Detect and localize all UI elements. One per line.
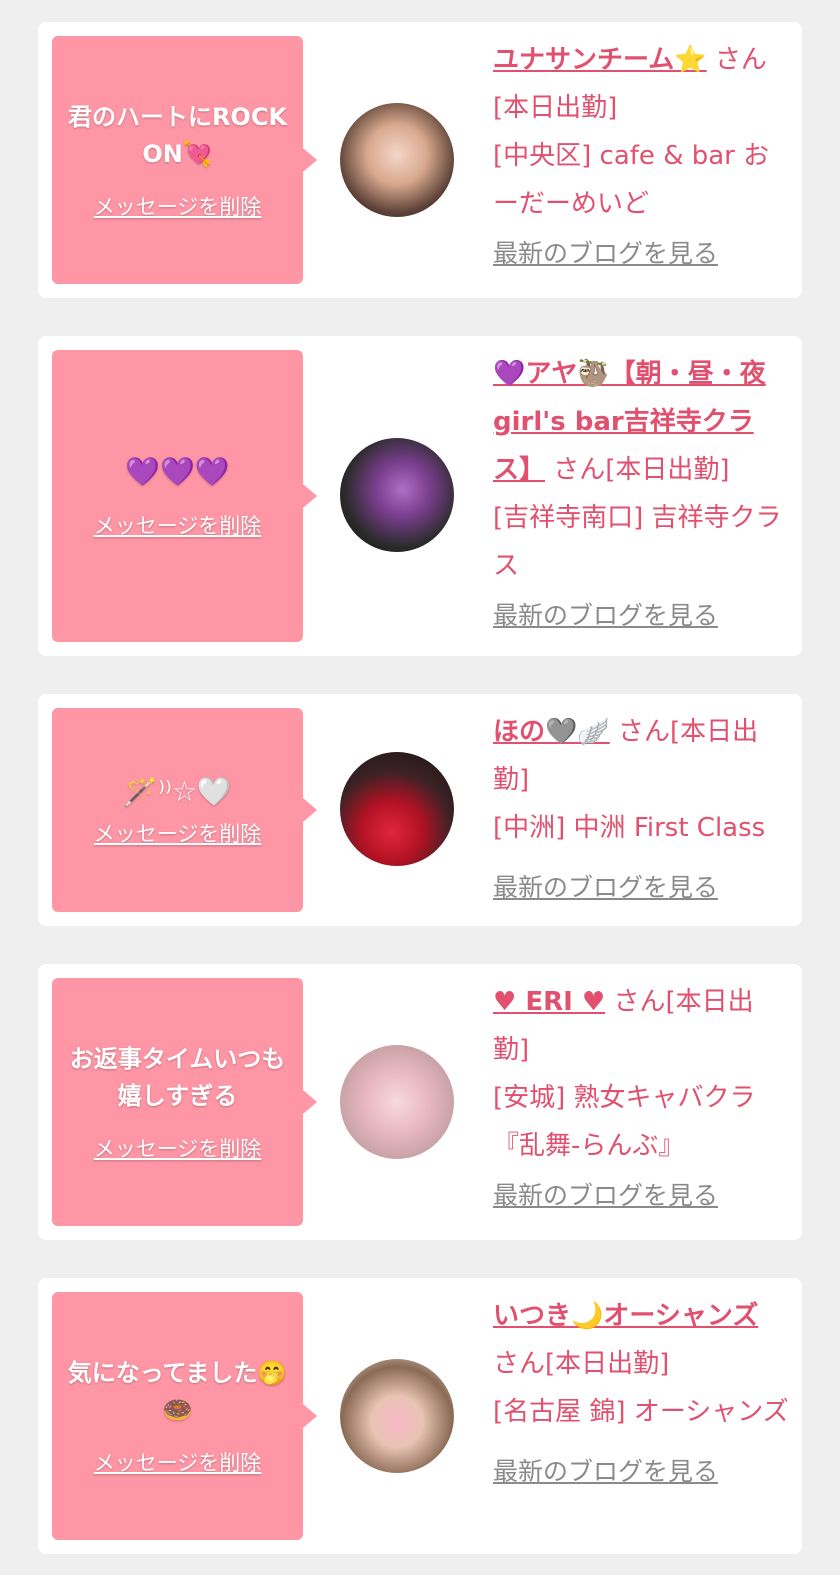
- delete-message-button[interactable]: メッセージを削除: [94, 818, 262, 848]
- cast-info: 💜アヤ🦥【朝・昼・夜girl's bar吉祥寺クラス】 さん[本日出勤] [吉祥…: [493, 350, 789, 640]
- message-text: 🪄⁾⁾☆🤍: [123, 775, 232, 808]
- latest-blog-link[interactable]: 最新のブログを見る: [493, 1172, 718, 1220]
- delete-message-button[interactable]: メッセージを削除: [94, 191, 262, 221]
- avatar[interactable]: [340, 438, 454, 552]
- message-bubble: 君のハートにROCK ON💘 メッセージを削除: [52, 36, 317, 284]
- shop-text: [名古屋 錦] オーシャンズ: [493, 1397, 789, 1427]
- latest-blog-link[interactable]: 最新のブログを見る: [493, 592, 718, 640]
- delete-message-button[interactable]: メッセージを削除: [94, 510, 262, 540]
- message-card: お返事タイムいつも嬉しすぎる メッセージを削除 ♥ ERI ♥ さん[本日出勤]…: [38, 964, 802, 1240]
- latest-blog-link[interactable]: 最新のブログを見る: [493, 230, 718, 278]
- message-bubble: お返事タイムいつも嬉しすぎる メッセージを削除: [52, 978, 317, 1226]
- avatar[interactable]: [340, 1045, 454, 1159]
- shop-text: [吉祥寺南口] 吉祥寺クラス: [493, 503, 782, 581]
- avatar[interactable]: [340, 1359, 454, 1473]
- cast-info: ユナサンチーム⭐ さん[本日出勤] [中央区] cafe & bar おーだーめ…: [493, 36, 789, 278]
- message-text: お返事タイムいつも嬉しすぎる: [69, 1045, 286, 1110]
- message-bubble: 🪄⁾⁾☆🤍 メッセージを削除: [52, 708, 317, 912]
- delete-message-button[interactable]: メッセージを削除: [94, 1447, 262, 1477]
- status-text: さん[本日出勤]: [493, 1349, 670, 1379]
- message-bubble: 気になってました🤭🍩 メッセージを削除: [52, 1292, 317, 1540]
- message-card: 🪄⁾⁾☆🤍 メッセージを削除 ほの🩶🪽 さん[本日出勤] [中洲] 中洲 Fir…: [38, 694, 802, 926]
- shop-text: [中洲] 中洲 First Class: [493, 813, 766, 843]
- cast-info: ♥ ERI ♥ さん[本日出勤] [安城] 熟女キャバクラ『乱舞-らんぶ』 最新…: [493, 978, 789, 1220]
- message-text: 君のハートにROCK ON💘: [67, 103, 288, 168]
- cast-name-link[interactable]: ほの🩶🪽: [493, 717, 610, 747]
- cast-info: ほの🩶🪽 さん[本日出勤] [中洲] 中洲 First Class 最新のブログ…: [493, 708, 789, 912]
- shop-text: [安城] 熟女キャバクラ『乱舞-らんぶ』: [493, 1083, 756, 1161]
- message-text: 気になってました🤭🍩: [67, 1359, 288, 1424]
- cast-info: いつき🌙オーシャンズ さん[本日出勤] [名古屋 錦] オーシャンズ 最新のブロ…: [493, 1292, 789, 1496]
- message-card: 💜💜💜 メッセージを削除 💜アヤ🦥【朝・昼・夜girl's bar吉祥寺クラス】…: [38, 336, 802, 656]
- latest-blog-link[interactable]: 最新のブログを見る: [493, 864, 718, 912]
- avatar[interactable]: [340, 752, 454, 866]
- cast-name-link[interactable]: ユナサンチーム⭐: [493, 45, 707, 75]
- delete-message-button[interactable]: メッセージを削除: [94, 1133, 262, 1163]
- status-text: さん[本日出勤]: [553, 455, 730, 485]
- avatar[interactable]: [340, 103, 454, 217]
- latest-blog-link[interactable]: 最新のブログを見る: [493, 1448, 718, 1496]
- message-card: 気になってました🤭🍩 メッセージを削除 いつき🌙オーシャンズ さん[本日出勤] …: [38, 1278, 802, 1554]
- cast-name-link[interactable]: ♥ ERI ♥: [493, 987, 605, 1017]
- message-text: 💜💜💜: [125, 455, 230, 488]
- message-bubble: 💜💜💜 メッセージを削除: [52, 350, 317, 642]
- message-card: 君のハートにROCK ON💘 メッセージを削除 ユナサンチーム⭐ さん[本日出勤…: [38, 22, 802, 298]
- shop-text: [中央区] cafe & bar おーだーめいど: [493, 141, 770, 219]
- cast-name-link[interactable]: いつき🌙オーシャンズ: [493, 1301, 758, 1331]
